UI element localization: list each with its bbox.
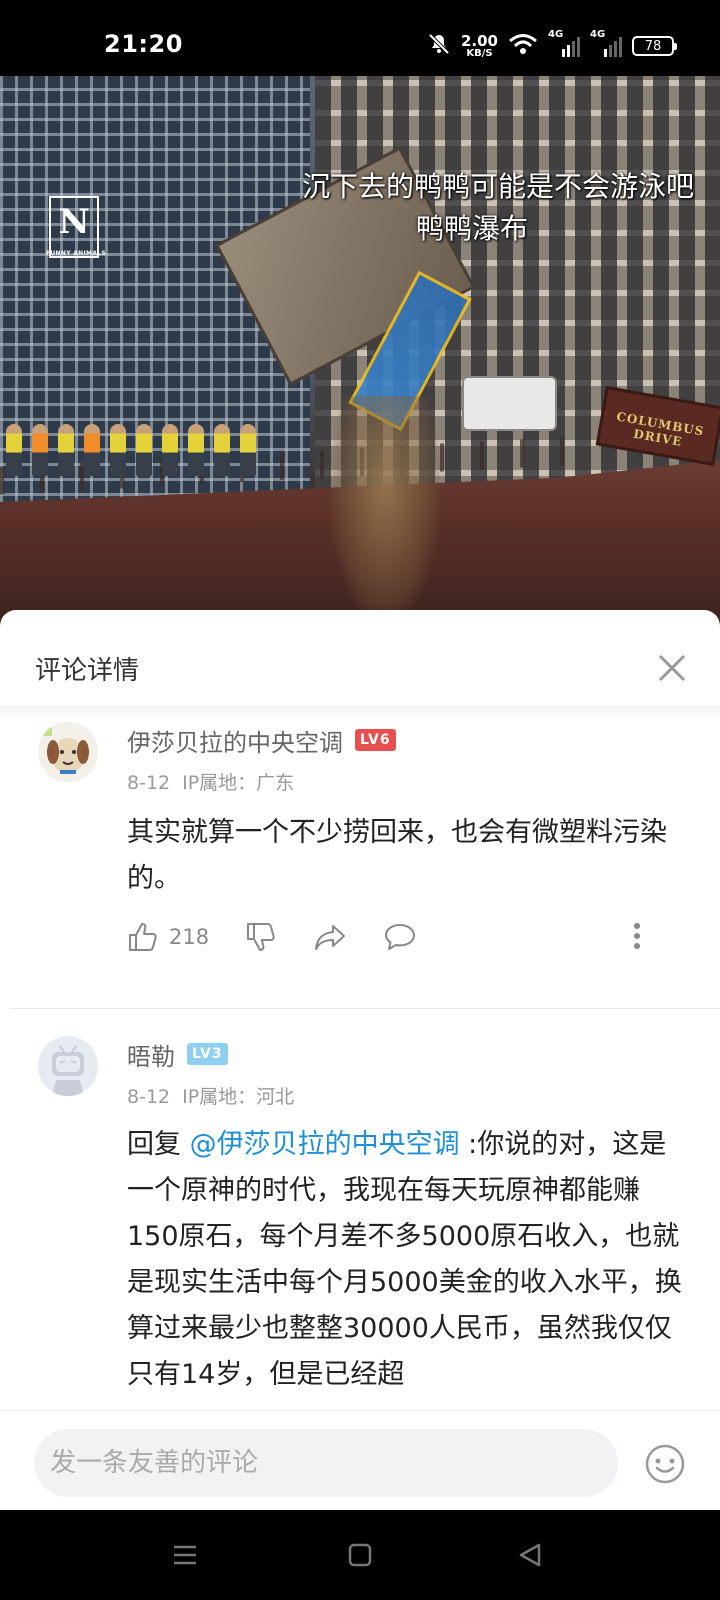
home-icon [348,1543,372,1567]
share-button[interactable] [313,921,347,953]
video-caption: 沉下去的鸭鸭可能是不会游泳吧 鸭鸭瀑布 [302,166,694,250]
username-text[interactable]: 晤勒 [127,1037,175,1072]
comment-item: 晤勒 LV3 8-12 IP属地：河北 回复 @伊莎贝拉的中央空调 :你说的对，这… [0,1036,720,1406]
video-scene-dust [330,396,440,621]
comment-text[interactable]: 回复 @伊莎贝拉的中央空调 :你说的对，这是一个原神的时代，我现在每天玩原神都能… [127,1122,682,1398]
battery-level: 78 [644,38,662,54]
mute-icon [427,32,451,60]
menu-icon [174,1545,196,1565]
close-icon [658,654,686,682]
comment-text[interactable]: 其实就算一个不少捞回来，也会有微塑料污染的。 [127,810,682,902]
signal-label: 4G [548,29,564,40]
signal-icon: 4G [590,29,622,57]
avatar[interactable] [38,722,98,782]
comment-date: 8-12 [127,1086,171,1108]
more-vertical-icon [634,923,640,949]
status-time: 21:20 [104,30,183,58]
signal-icon: 4G [548,29,580,57]
sheet-title: 评论详情 [35,656,140,686]
mention-link[interactable]: @伊莎贝拉的中央空调 [190,1129,460,1160]
thumb-down-icon [247,923,275,951]
like-count: 218 [169,925,210,949]
video-player[interactable]: COLUMBUS DRIVE N FUNNY ANIMALS 沉下去的鸭鸭可能是… [0,76,720,621]
thumb-up-icon [129,923,157,951]
share-icon [315,925,346,950]
comment-input[interactable]: 发一条友善的评论 [34,1429,618,1497]
net-speed: 2.00 KB/S [460,31,498,59]
back-nav-button[interactable] [515,1540,545,1570]
sign-text: COLUMBUS DRIVE [615,409,706,450]
comment-username[interactable]: 晤勒 LV3 [127,1036,228,1072]
net-speed-value: 2.00 [460,31,498,50]
comment-ip: IP属地：广东 [182,772,295,794]
home-nav-button[interactable] [345,1540,375,1570]
comment-item: 伊莎贝拉的中央空调 LV6 8-12 IP属地：广东 其实就算一个不少捞回来，也会… [0,722,720,997]
wifi-icon [508,33,538,59]
divider [10,1008,720,1009]
signal-label: 4G [590,29,606,40]
reply-body: :你说的对，这是一个原神的时代，我现在每天玩原神都能赚150原石，每个月差不多5… [127,1129,682,1390]
comment-date: 8-12 [127,772,171,794]
comment-input-bar: 发一条友善的评论 [0,1410,720,1510]
video-scene-truck-cab [462,376,557,431]
level-badge: LV6 [355,729,396,751]
emoji-icon [645,1444,685,1484]
comment-icon [385,924,416,950]
dislike-button[interactable] [245,921,277,953]
video-scene-workers [0,396,270,476]
comment-username[interactable]: 伊莎贝拉的中央空调 LV6 [127,722,396,758]
comment-meta: 8-12 IP属地：河北 [127,1082,294,1109]
reply-button[interactable] [383,921,417,953]
comment-meta: 8-12 IP属地：广东 [127,768,294,795]
comment-ip: IP属地：河北 [182,1086,295,1108]
battery-icon: 78 [632,36,677,56]
net-speed-unit: KB/S [466,47,493,59]
system-nav-bar [0,1510,720,1600]
logo-text: FUNNY ANIMALS [45,250,106,257]
comment-detail-sheet: 评论详情 伊莎贝拉的中央空调 LV6 8-12 IP属地：广东 其实就算一个不少… [0,610,720,1510]
header-shadow [0,706,720,720]
avatar[interactable] [38,1036,98,1096]
logo-mark: N [58,202,90,242]
emoji-button[interactable] [644,1443,686,1485]
status-icons: 2.00 KB/S 4G 4G 78 [427,29,677,62]
channel-logo: N FUNNY ANIMALS [46,196,106,258]
back-icon [519,1543,541,1567]
level-badge: LV3 [187,1043,228,1065]
caption-line-1: 沉下去的鸭鸭可能是不会游泳吧 [301,170,694,203]
close-button[interactable] [652,648,692,688]
sheet-header: 评论详情 [0,610,720,722]
comment-actions: 218 [127,920,453,954]
caption-line-2: 鸭鸭瀑布 [415,212,528,245]
like-button[interactable]: 218 [127,921,209,953]
reply-prefix: 回复 [127,1129,190,1160]
menu-nav-button[interactable] [170,1540,200,1570]
status-bar: 21:20 2.00 KB/S 4G 4G 78 [0,0,720,76]
more-button[interactable] [632,920,642,956]
username-text[interactable]: 伊莎贝拉的中央空调 [127,723,343,758]
